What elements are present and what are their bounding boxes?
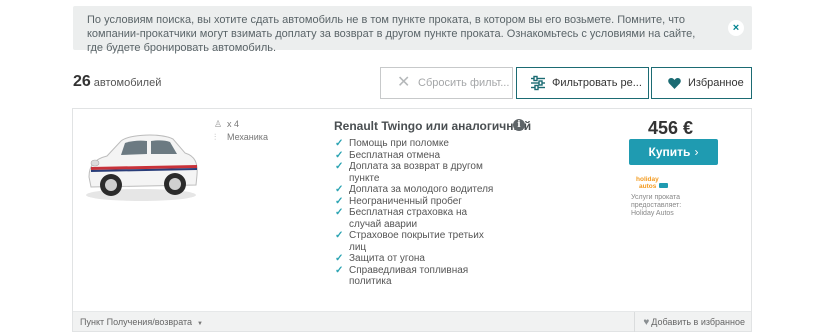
- transmission-value: Механика: [227, 132, 268, 142]
- feature-item: ✓ Страховое покрытие третьих лиц: [335, 230, 484, 253]
- supplier-info: Услуги проката предоставляет: Holiday Au…: [631, 194, 711, 218]
- notice-banner: По условиям поиска, вы хотите сдать авто…: [73, 6, 752, 54]
- svg-text:holiday: holiday: [636, 176, 659, 183]
- seats-value: x 4: [227, 119, 240, 129]
- filter-results-label: Фильтровать ре...: [552, 77, 642, 89]
- info-icon[interactable]: i: [513, 119, 525, 131]
- add-to-favorites-label: Добавить в избранное: [651, 317, 745, 327]
- buy-button-label: Купить: [648, 145, 691, 159]
- supplier-label: Услуги проката предоставляет:: [631, 194, 682, 209]
- sliders-icon: [531, 68, 545, 98]
- filter-results-button[interactable]: Фильтровать ре...: [516, 67, 649, 99]
- gearbox-icon: ⫶: [214, 132, 217, 142]
- supplier-name: Holiday Autos: [631, 210, 674, 217]
- person-icon: ♙: [214, 119, 223, 129]
- transmission-spec: ⫶ Механика: [214, 131, 268, 144]
- pickup-dropoff-label: Пункт Получения/возврата: [80, 317, 193, 327]
- check-icon: ✓: [335, 184, 344, 195]
- add-to-favorites-button[interactable]: ♥ Добавить в избранное: [634, 312, 751, 332]
- features-list: ✓ Помощь при поломке ✓ Бесплатная отмена ✓…: [334, 138, 494, 288]
- caret-down-icon: ▼: [197, 321, 203, 327]
- check-icon: ✓: [335, 195, 344, 207]
- check-icon: ✓: [335, 138, 344, 149]
- car-title[interactable]: Renault Twingo или аналогичный: [334, 119, 531, 133]
- check-icon: ✓: [335, 161, 344, 172]
- svg-text:autos: autos: [639, 183, 657, 190]
- car-specs: ♙ x 4 ⫶ Механика: [214, 118, 268, 144]
- check-icon: ✓: [335, 264, 344, 276]
- card-footer: Пункт Получения/возврата ▼ ♥ Добавить в из…: [73, 311, 751, 334]
- check-icon: ✓: [335, 207, 344, 218]
- reset-filters-button[interactable]: ✕ Сбросить фильт...: [380, 67, 513, 99]
- close-icon[interactable]: ×: [728, 20, 744, 36]
- check-icon: ✓: [335, 253, 344, 264]
- pickup-dropoff-toggle[interactable]: Пункт Получения/возврата ▼: [80, 312, 203, 334]
- check-icon: ✓: [335, 149, 344, 161]
- feature-item: ✓ Неограниченный пробег: [335, 195, 462, 207]
- feature-item: ✓ Бесплатная страховка на случай аварии: [335, 207, 468, 230]
- heart-icon: ♥: [643, 317, 650, 328]
- close-icon: ✕: [397, 74, 411, 91]
- feature-item: ✓ Справедливая топливная политика: [335, 264, 469, 288]
- feature-item: ✓ Бесплатная отмена: [335, 149, 441, 161]
- car-image[interactable]: [81, 119, 203, 205]
- buy-button[interactable]: Купить ›: [629, 139, 718, 165]
- feature-item: ✓ Защита от угона: [335, 253, 425, 264]
- feature-item: ✓ Доплата за возврат в другом пункте: [335, 161, 483, 184]
- car-offer-card: ♙ x 4 ⫶ Механика Renault Twingo или анал…: [72, 108, 752, 332]
- chevron-right-icon: ›: [694, 145, 699, 159]
- favorites-label: Избранное: [688, 77, 744, 89]
- feature-item: ✓ Доплата за молодого водителя: [335, 184, 494, 195]
- results-count-number: 26: [73, 73, 91, 90]
- seats-spec: ♙ x 4: [214, 118, 268, 131]
- notice-text: По условиям поиска, вы хотите сдать авто…: [87, 14, 696, 54]
- results-count-label: автомобилей: [93, 77, 162, 89]
- check-icon: ✓: [335, 230, 344, 241]
- heart-icon: [668, 68, 681, 98]
- results-count: 26 автомобилей: [73, 73, 161, 91]
- price: 456 €: [648, 118, 694, 138]
- feature-item: ✓ Помощь при поломке: [335, 138, 449, 149]
- supplier-logo: holiday autos: [635, 174, 669, 190]
- reset-filters-label: Сбросить фильт...: [418, 77, 510, 89]
- favorites-button[interactable]: Избранное: [651, 67, 752, 99]
